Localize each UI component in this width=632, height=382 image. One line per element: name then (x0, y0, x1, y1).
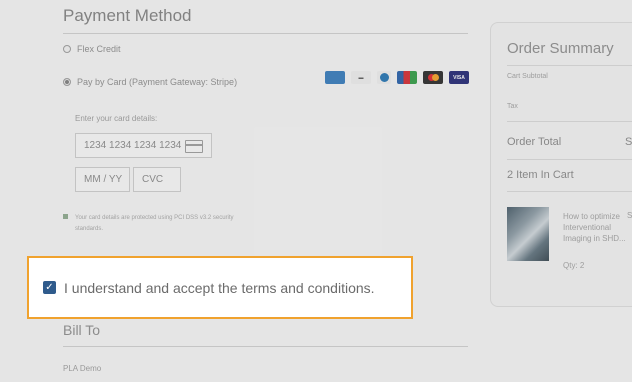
divider (507, 65, 632, 66)
cvc-placeholder: CVC (142, 174, 164, 185)
mastercard-icon (423, 71, 443, 84)
discover-icon: ▬ (351, 71, 371, 84)
items-in-cart[interactable]: 2 Item In Cart (507, 169, 574, 181)
terms-checkbox[interactable]: ✓ (43, 281, 56, 294)
divider (63, 33, 468, 34)
divider (63, 346, 468, 347)
order-summary-title: Order Summary (507, 40, 614, 57)
checkout-page: Payment Method Flex Credit Pay by Card (… (0, 0, 632, 382)
product-thumbnail[interactable] (507, 207, 549, 261)
radio-flex-credit[interactable]: Flex Credit (63, 44, 121, 54)
order-total-value: S (625, 136, 632, 148)
terms-highlight: ✓ I understand and accept the terms and … (27, 256, 413, 319)
terms-label[interactable]: I understand and accept the terms and co… (64, 280, 375, 296)
credit-card-icon (185, 140, 203, 153)
jcb-icon (397, 71, 417, 84)
product-price: S (627, 211, 632, 220)
visa-icon: VISA (449, 71, 469, 84)
radio-icon[interactable] (63, 45, 71, 53)
radio-pay-by-card[interactable]: Pay by Card (Payment Gateway: Stripe) (63, 77, 237, 87)
order-total-label: Order Total (507, 136, 562, 148)
card-number-placeholder: 1234 1234 1234 1234 (84, 140, 182, 151)
tax-label: Tax (507, 103, 518, 110)
amex-icon (325, 71, 345, 84)
divider (507, 121, 632, 122)
card-details-hint: Enter your card details: (75, 114, 158, 123)
pay-by-card-label: Pay by Card (Payment Gateway: Stripe) (77, 77, 238, 87)
expiry-input[interactable]: MM / YY (75, 167, 130, 192)
bill-to-title: Bill To (63, 322, 101, 338)
cvc-input[interactable]: CVC (133, 167, 181, 192)
radio-selected-icon[interactable] (63, 78, 71, 86)
billing-name: PLA Demo (63, 364, 102, 373)
card-brands: ▬ VISA (325, 71, 469, 84)
checkmark-icon: ✓ (45, 281, 54, 293)
order-summary-panel: Order Summary Cart Subtotal Tax Order To… (490, 22, 632, 307)
payment-method-title: Payment Method (63, 6, 192, 25)
divider (507, 191, 632, 192)
security-note: Your card details are protected using PC… (75, 215, 234, 232)
product-quantity: Qty: 2 (563, 261, 585, 270)
card-number-input[interactable]: 1234 1234 1234 1234 (75, 133, 212, 158)
diners-icon (377, 71, 391, 84)
product-name[interactable]: How to optimize Interventional Imaging i… (563, 211, 632, 244)
lock-icon (63, 214, 68, 219)
cart-subtotal-label: Cart Subtotal (507, 73, 548, 80)
divider (507, 159, 632, 160)
expiry-placeholder: MM / YY (84, 174, 123, 185)
flex-credit-label: Flex Credit (77, 44, 121, 54)
